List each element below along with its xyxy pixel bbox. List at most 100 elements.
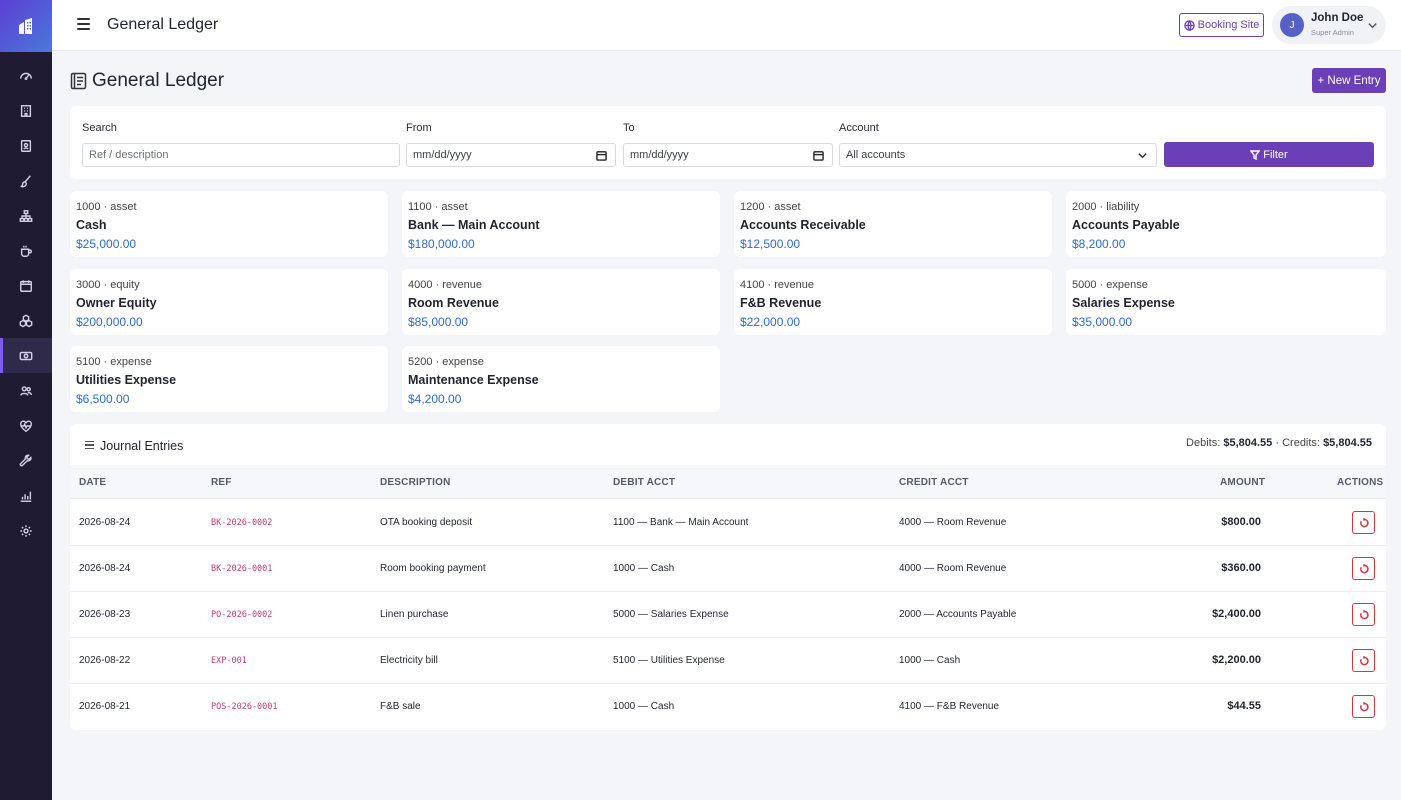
sidebar-item-housekeeping[interactable] [0,163,52,198]
ledger-book-icon [70,72,87,90]
sidebar-item-staff[interactable] [0,373,52,408]
account-balance: $25,000.00 [76,237,137,251]
account-card[interactable]: 5000 · expense Salaries Expense $35,000.… [1066,269,1386,335]
journal-entries-panel: Journal Entries Debits: $5,804.55 · Cred… [70,424,1386,730]
sidebar-item-inventory[interactable] [0,303,52,338]
reverse-entry-button[interactable] [1352,511,1375,534]
account-balance: $200,000.00 [76,315,143,329]
sidebar-item-guests[interactable] [0,128,52,163]
filter-button-label: Filter [1263,148,1288,161]
sidebar-item-health[interactable] [0,408,52,443]
to-date-input[interactable]: mm/dd/yyyy [623,143,833,167]
entry-ref[interactable]: PO-2026-0002 [211,610,272,620]
avatar: J [1280,13,1304,37]
entry-debit-account: 1000 — Cash [613,563,675,574]
journal-title: Journal Entries [85,439,183,453]
user-menu[interactable]: J John Doe Super Admin [1272,6,1386,44]
hamburger-menu-icon[interactable] [77,18,90,30]
entry-description: Room booking payment [380,563,486,574]
account-card[interactable]: 5200 · expense Maintenance Expense $4,20… [402,346,720,412]
bar-chart-icon [20,491,32,502]
sidebar-item-calendar[interactable] [0,268,52,303]
calendar-icon[interactable] [813,150,824,161]
list-icon [85,440,94,451]
entry-ref[interactable]: POS-2026-0001 [211,702,278,712]
entry-ref[interactable]: BK-2026-0002 [211,518,272,528]
new-entry-button[interactable]: + New Entry [1312,68,1386,93]
entry-amount: $44.55 [1227,700,1261,712]
credits-total: $5,804.55 [1323,437,1372,449]
account-card[interactable]: 2000 · liability Accounts Payable $8,200… [1066,191,1386,257]
reverse-entry-button[interactable] [1352,649,1375,672]
undo-circle-icon [1359,609,1369,619]
sidebar-item-restaurant[interactable] [0,233,52,268]
account-balance: $12,500.00 [740,237,801,251]
reverse-entry-button[interactable] [1352,603,1375,626]
booking-site-label: Booking Site [1197,19,1260,31]
account-card[interactable]: 4100 · revenue F&B Revenue $22,000.00 [734,269,1052,335]
account-card[interactable]: 4000 · revenue Room Revenue $85,000.00 [402,269,720,335]
debits-total: $5,804.55 [1223,437,1273,449]
sidebar-item-reports[interactable] [0,478,52,513]
account-card[interactable]: 5100 · expense Utilities Expense $6,500.… [70,346,388,412]
account-select[interactable]: All accounts [839,143,1157,167]
account-name: Cash [76,218,107,232]
account-label: Account [839,122,879,134]
account-meta: 2000 · liability [1072,201,1140,213]
booking-site-button[interactable]: Booking Site [1179,13,1264,37]
sidebar-item-properties[interactable] [0,93,52,128]
account-name: Maintenance Expense [408,373,539,387]
topbar: General Ledger Booking Site J John Doe S… [52,0,1401,51]
wrench-icon [19,454,32,466]
table-row: 2026-08-24 BK-2026-0002 OTA booking depo… [70,500,1386,546]
account-meta: 1100 · asset [408,201,468,213]
sidebar-item-maintenance[interactable] [0,443,52,478]
search-placeholder: Ref / description [89,149,169,161]
page-title-text: General Ledger [92,70,225,91]
entry-amount: $800.00 [1221,516,1261,528]
account-meta: 4000 · revenue [408,279,482,291]
sidebar-item-finance[interactable] [0,338,52,373]
topbar-title: General Ledger [107,16,219,33]
account-card[interactable]: 1100 · asset Bank — Main Account $180,00… [402,191,720,257]
entry-debit-account: 1100 — Bank — Main Account [613,517,749,528]
sidebar-item-settings[interactable] [0,513,52,548]
account-card[interactable]: 3000 · equity Owner Equity $200,000.00 [70,269,388,335]
sidebar-item-departments[interactable] [0,198,52,233]
account-balance: $85,000.00 [408,315,469,329]
entry-ref[interactable]: EXP-001 [211,656,247,666]
entry-date: 2026-08-21 [79,701,131,712]
boxes-icon [19,314,33,327]
account-card[interactable]: 1200 · asset Accounts Receivable $12,500… [734,191,1052,257]
account-select-value: All accounts [846,149,906,161]
gear-icon [20,524,32,537]
building-icon [20,104,32,117]
entry-credit-account: 2000 — Accounts Payable [899,609,1017,620]
page-title: General Ledger [70,70,224,92]
calendar-icon[interactable] [596,150,607,161]
table-row: 2026-08-21 POS-2026-0001 F&B sale 1000 —… [70,684,1386,730]
account-name: Utilities Expense [76,373,177,387]
reverse-entry-button[interactable] [1352,695,1375,718]
table-row: 2026-08-23 PO-2026-0002 Linen purchase 5… [70,592,1386,638]
totals-separator: · [1275,437,1280,449]
entry-credit-account: 1000 — Cash [899,655,961,666]
user-role: Super Admin [1311,28,1354,37]
reverse-entry-button[interactable] [1352,557,1375,580]
sidebar-item-dashboard[interactable] [0,58,52,93]
debits-label: Debits: [1186,437,1221,449]
account-meta: 3000 · equity [76,279,140,291]
chevron-down-icon [1367,18,1378,29]
account-meta: 5200 · expense [408,356,484,368]
app-logo[interactable] [0,0,52,52]
undo-circle-icon [1359,563,1369,573]
from-date-input[interactable]: mm/dd/yyyy [406,143,616,167]
table-header: DATE REF DESCRIPTION DEBIT ACCT CREDIT A… [70,465,1386,499]
account-card[interactable]: 1000 · asset Cash $25,000.00 [70,191,388,257]
table-row: 2026-08-22 EXP-001 Electricity bill 5100… [70,638,1386,684]
entry-date: 2026-08-24 [79,563,131,574]
contact-book-icon [20,139,32,152]
search-input[interactable]: Ref / description [82,143,400,167]
filter-button[interactable]: Filter [1164,142,1374,167]
entry-ref[interactable]: BK-2026-0001 [211,564,272,574]
